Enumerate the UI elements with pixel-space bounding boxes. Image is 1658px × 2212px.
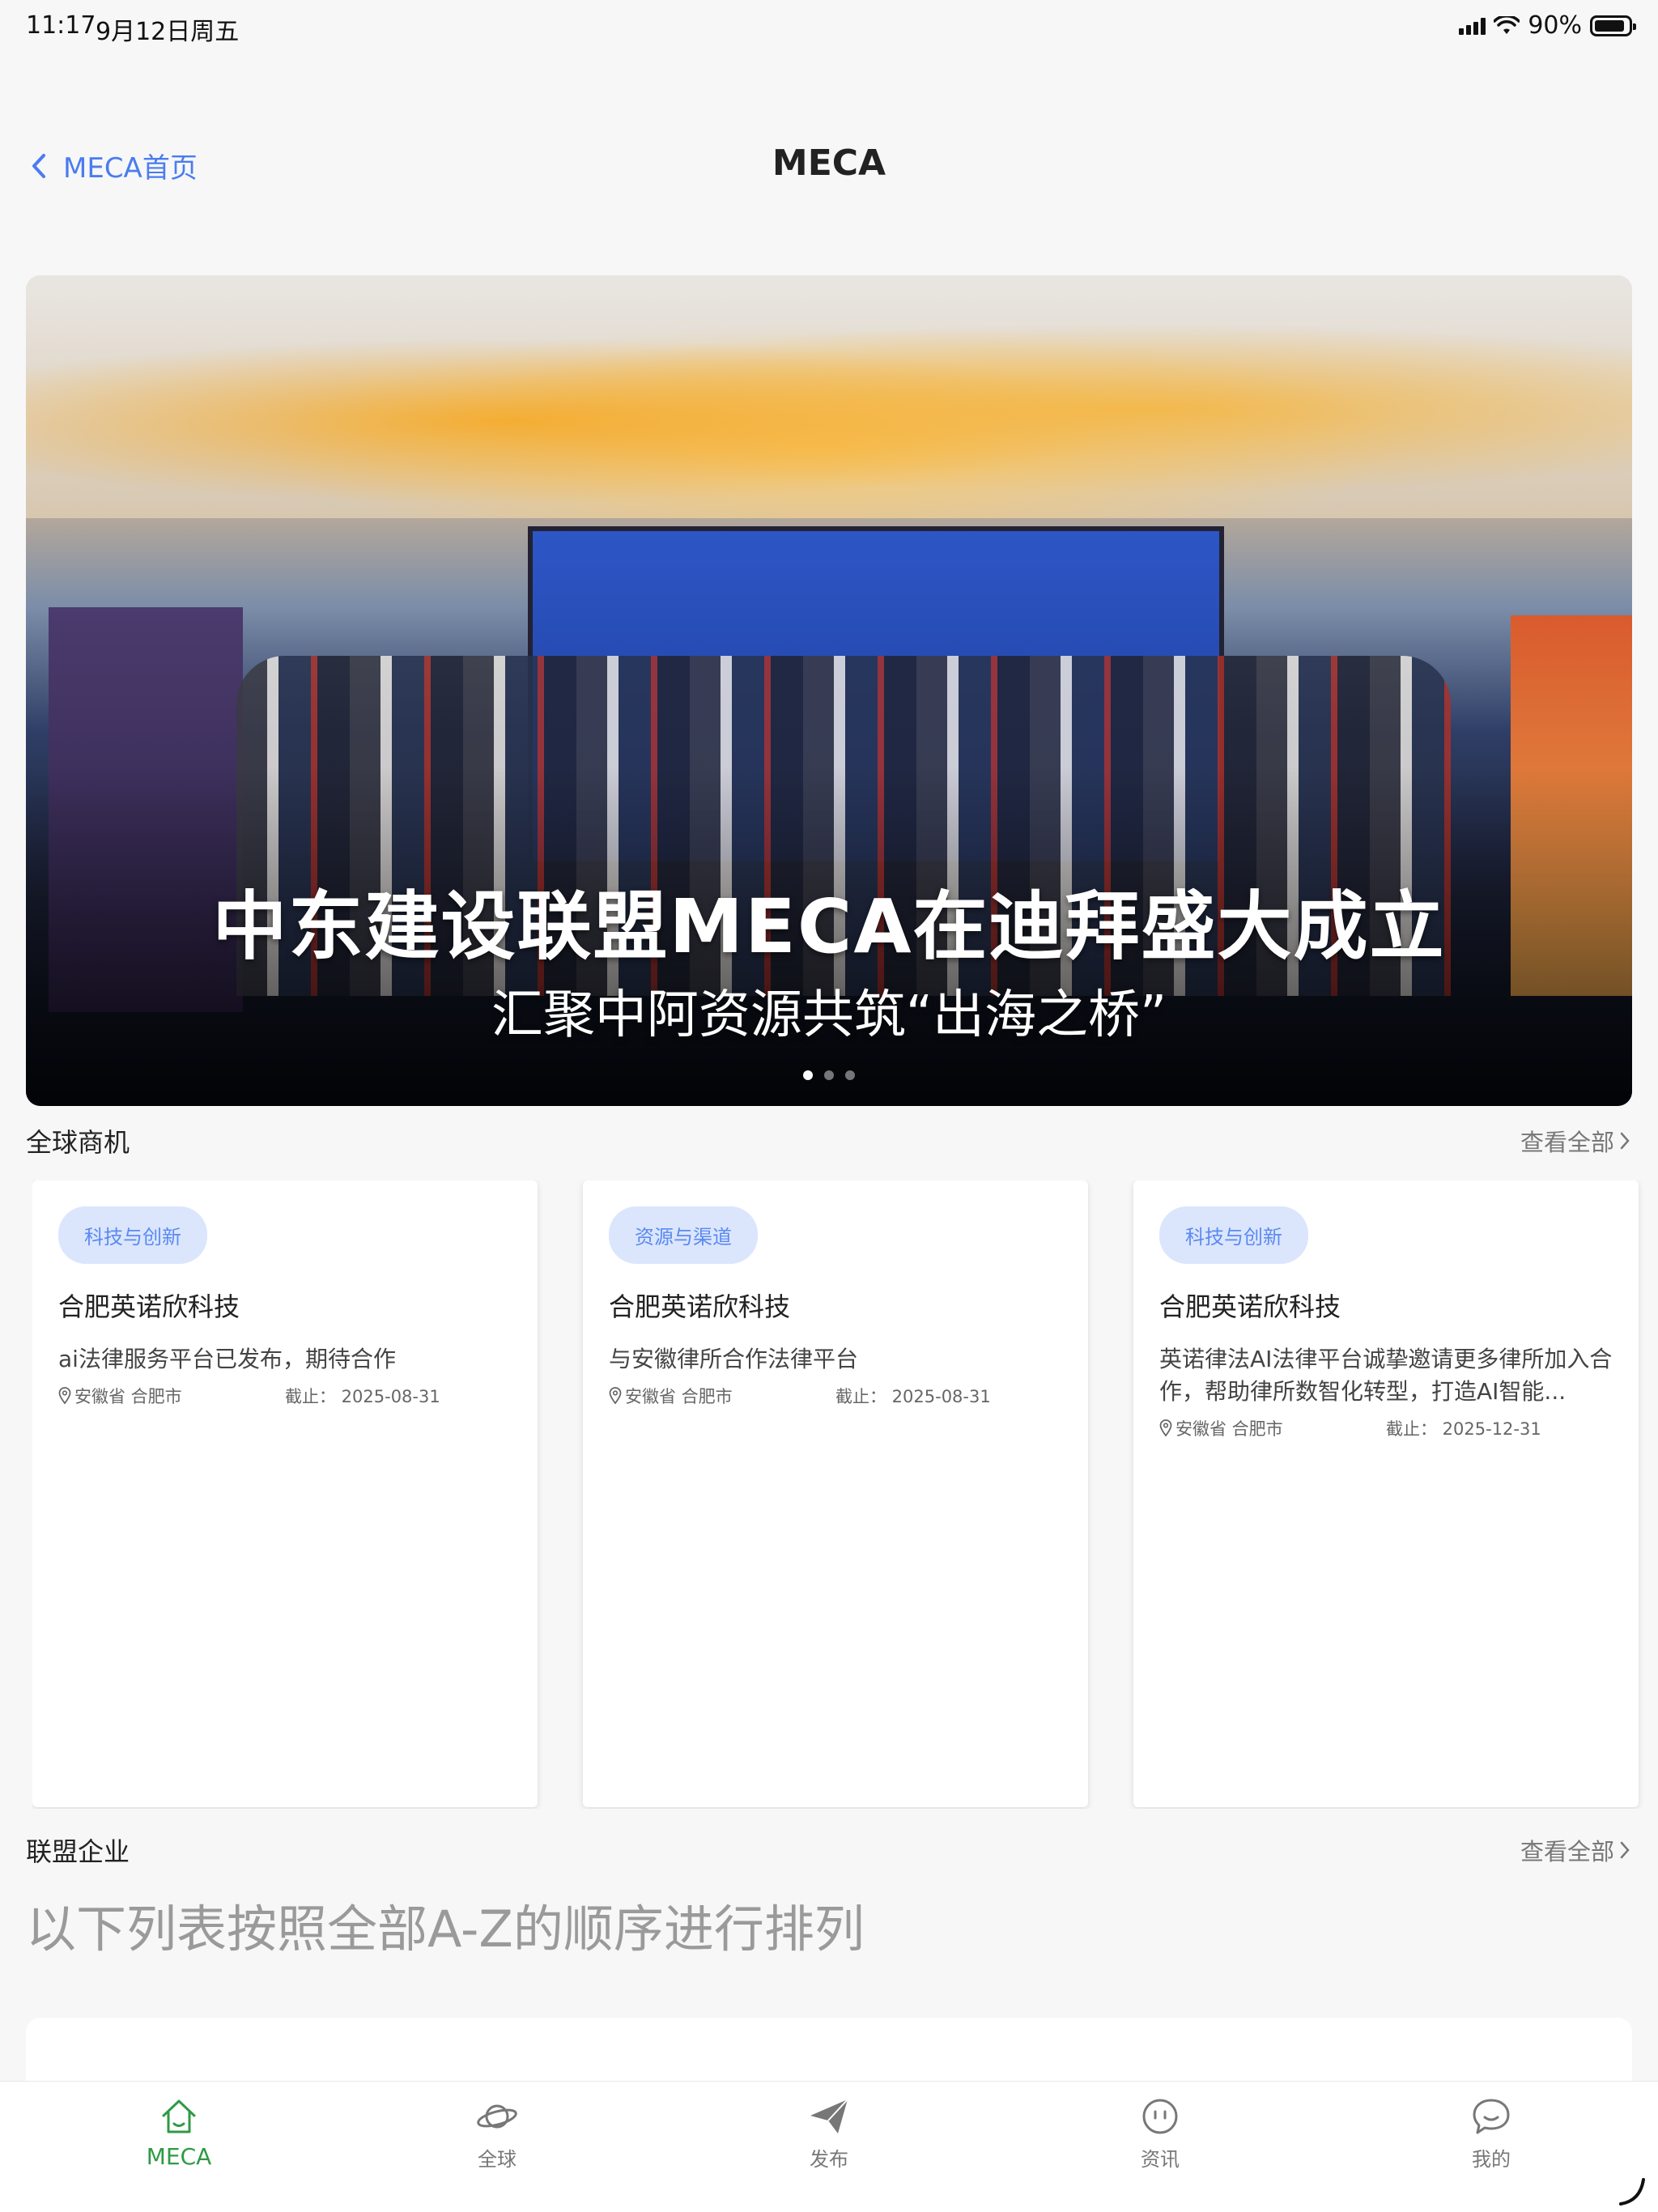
wifi-icon [1494, 15, 1520, 34]
corner-gesture-indicator [1619, 2178, 1645, 2206]
banner-photo-ceiling [26, 275, 1632, 518]
card-description: 与安徽律所合作法律平台 [609, 1346, 859, 1372]
tab-label: 全球 [478, 2148, 517, 2171]
card-description: ai法律服务平台已发布，期待合作 [58, 1346, 396, 1372]
news-face-icon [1142, 2099, 1178, 2134]
bottom-tab-bar: MECA 全球 发布 资讯 我的 [0, 2081, 1658, 2212]
chevron-right-icon [1620, 1132, 1630, 1150]
location-pin-icon [1159, 1419, 1172, 1437]
planet-icon [477, 2104, 517, 2129]
card-deadline: 截止： 2025-08-31 [835, 1387, 991, 1406]
card-location: 安徽省 合肥市 [609, 1384, 835, 1408]
tab-label: MECA [146, 2143, 212, 2170]
status-bar: 11:17 9月12日周五 90% [0, 0, 1658, 52]
opportunities-title: 全球商机 [26, 1127, 130, 1158]
card-meta: 安徽省 合肥市 截止： 2025-08-31 [58, 1384, 512, 1408]
tab-global[interactable]: 全球 [416, 2095, 578, 2172]
card-meta: 安徽省 合肥市 截止： 2025-12-31 [1159, 1416, 1613, 1440]
tab-news[interactable]: 资讯 [1079, 2095, 1241, 2172]
location-pin-icon [58, 1387, 71, 1405]
tab-me[interactable]: 我的 [1410, 2095, 1572, 2172]
card-deadline: 截止： 2025-12-31 [1386, 1419, 1541, 1439]
tab-label: 资讯 [1141, 2148, 1180, 2171]
card-description: 英诺律法AI法律平台诚挚邀请更多律所加入合作，帮助律所数智化转型，打造AI智能.… [1159, 1346, 1613, 1405]
carousel-dot[interactable] [845, 1070, 855, 1080]
opportunities-see-all-link[interactable]: 查看全部 [1520, 1124, 1630, 1158]
paper-plane-icon [810, 2099, 848, 2133]
home-icon [162, 2099, 196, 2133]
page-title: MECA [772, 143, 886, 184]
category-tag: 科技与创新 [58, 1206, 207, 1264]
carousel-pagination [26, 1070, 1632, 1080]
card-meta: 安徽省 合肥市 截止： 2025-08-31 [609, 1384, 1062, 1408]
opportunity-cards: 科技与创新 合肥英诺欣科技 ai法律服务平台已发布，期待合作 安徽省 合肥市 截… [32, 1180, 1658, 1809]
chevron-right-icon [1620, 1841, 1630, 1859]
card-title: 合肥英诺欣科技 [609, 1291, 791, 1322]
opportunity-card[interactable]: 资源与渠道 合肥英诺欣科技 与安徽律所合作法律平台 安徽省 合肥市 截止： 20… [583, 1180, 1088, 1807]
banner-carousel[interactable]: 中东建设联盟MECA在迪拜盛大成立 汇聚中阿资源共筑“出海之桥” [26, 275, 1632, 1106]
card-deadline: 截止： 2025-08-31 [285, 1387, 440, 1406]
chat-bubble-icon [1473, 2099, 1510, 2134]
banner-subtitle: 汇聚中阿资源共筑“出海之桥” [491, 985, 1167, 1045]
see-all-label: 查看全部 [1520, 1129, 1614, 1156]
card-title: 合肥英诺欣科技 [1159, 1291, 1341, 1322]
banner-headline: 中东建设联盟MECA在迪拜盛大成立 [212, 883, 1446, 970]
carousel-dot[interactable] [803, 1070, 813, 1080]
status-time: 11:17 [26, 11, 96, 40]
battery-icon [1590, 15, 1636, 36]
tab-label: 我的 [1472, 2148, 1511, 2171]
status-date: 9月12日周五 [96, 18, 240, 46]
location-pin-icon [609, 1387, 622, 1405]
alliance-see-all-link[interactable]: 查看全部 [1520, 1833, 1630, 1867]
location-text: 安徽省 合肥市 [74, 1387, 182, 1406]
alliance-sort-note: 以下列表按照全部A-Z的顺序进行排列 [26, 1899, 865, 1959]
location-text: 安徽省 合肥市 [625, 1387, 733, 1406]
tab-publish[interactable]: 发布 [748, 2095, 910, 2172]
location-text: 安徽省 合肥市 [1175, 1419, 1283, 1439]
opportunity-card[interactable]: 科技与创新 合肥英诺欣科技 ai法律服务平台已发布，期待合作 安徽省 合肥市 截… [32, 1180, 538, 1807]
card-title: 合肥英诺欣科技 [58, 1291, 240, 1322]
cellular-signal-icon [1459, 17, 1486, 35]
alliance-title: 联盟企业 [26, 1836, 130, 1867]
status-indicators: 90% [1459, 11, 1636, 40]
category-tag: 科技与创新 [1159, 1206, 1308, 1264]
tab-label: 发布 [810, 2148, 848, 2171]
carousel-dot[interactable] [824, 1070, 834, 1080]
battery-percentage: 90% [1528, 11, 1582, 40]
opportunity-card[interactable]: 科技与创新 合肥英诺欣科技 英诺律法AI法律平台诚挚邀请更多律所加入合作，帮助律… [1133, 1180, 1639, 1807]
see-all-label: 查看全部 [1520, 1838, 1614, 1865]
category-tag: 资源与渠道 [609, 1206, 758, 1264]
tab-meca[interactable]: MECA [98, 2095, 260, 2170]
card-location: 安徽省 合肥市 [58, 1384, 285, 1408]
card-location: 安徽省 合肥市 [1159, 1416, 1386, 1440]
battery-fill [1595, 19, 1624, 32]
